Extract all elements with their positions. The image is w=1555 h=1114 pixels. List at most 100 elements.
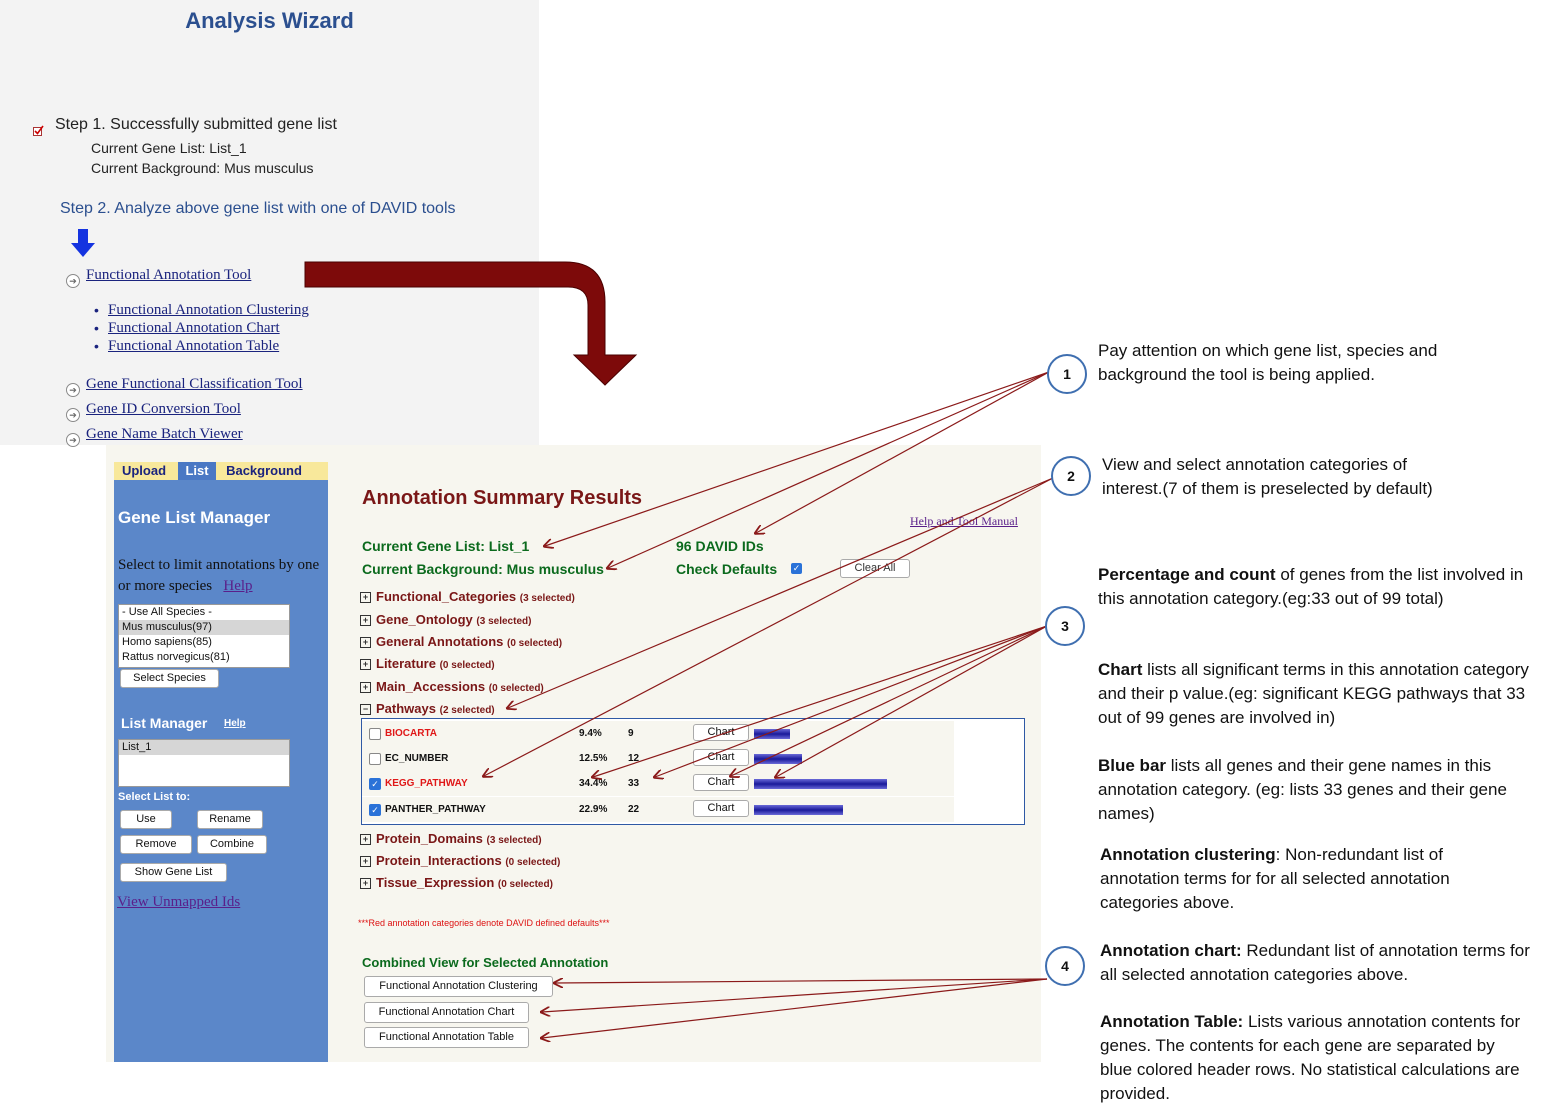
species-option[interactable]: Rattus norvegicus(81) [119,650,289,665]
select-species-instructions: Select to limit annotations by one or mo… [118,555,328,597]
category-literature[interactable]: + Literature (0 selected) [360,656,495,671]
category-protein-interactions[interactable]: + Protein_Interactions (0 selected) [360,853,560,868]
category-count: (0 selected) [505,857,561,868]
annotation-summary-title: Annotation Summary Results [362,487,643,509]
functional-annotation-table-button[interactable]: Functional Annotation Table [364,1027,529,1048]
gene-name-batch-viewer-link[interactable]: Gene Name Batch Viewer [86,426,243,443]
pathway-count: 22 [628,804,640,815]
category-name: Protein_Domains [376,831,483,846]
help-tool-manual-link[interactable]: Help and Tool Manual [910,514,1018,529]
current-gene-list-label: Current Gene List: List_1 [362,538,530,554]
note-1: Pay attention on which gene list, specie… [1098,341,1438,384]
pathway-chart-button[interactable]: Chart [693,774,749,791]
pathway-checkbox[interactable] [369,753,381,765]
note-4c-bold: Annotation Table: [1100,1012,1244,1031]
note-4b: Annotation chart: Redundant list of anno… [1100,939,1545,987]
pathway-gene-bar[interactable] [754,729,790,739]
functional-annotation-table-link[interactable]: Functional Annotation Table [108,338,279,355]
pathway-name: BIOCARTA [385,728,438,739]
circle-arrow-icon: ➔ [66,408,80,422]
rename-button[interactable]: Rename [197,810,263,829]
clear-all-button[interactable]: Clear All [840,559,910,578]
tab-bar: Upload List Background [114,462,328,480]
step2-text: Step 2. Analyze above gene list with one… [60,200,456,217]
pathway-checkbox[interactable]: ✓ [369,804,381,816]
note-3b-text: lists all significant terms in this anno… [1098,660,1529,727]
functional-annotation-tool-link[interactable]: Functional Annotation Tool [86,267,251,284]
circle-arrow-icon: ➔ [66,433,80,447]
check-defaults-label: Check Defaults [676,561,778,577]
callout-4: 4 [1045,946,1085,986]
tab-upload[interactable]: Upload [117,462,171,480]
pathway-chart-button[interactable]: Chart [693,724,749,741]
species-option[interactable]: Homo sapiens(85) [119,635,289,650]
pathway-gene-bar[interactable] [754,754,802,764]
pathway-chart-button[interactable]: Chart [693,800,749,817]
category-functional-categories[interactable]: + Functional_Categories (3 selected) [360,589,575,604]
gene-list-listbox[interactable]: List_1 [118,739,290,787]
pathway-checkbox[interactable] [369,728,381,740]
category-gene-ontology[interactable]: + Gene_Ontology (3 selected) [360,612,531,627]
view-unmapped-ids-link[interactable]: View Unmapped Ids [117,894,240,911]
note-3a-bold: Percentage and count [1098,565,1276,584]
expand-icon: + [360,878,371,890]
category-count: (0 selected) [439,660,495,671]
show-gene-list-button[interactable]: Show Gene List [120,863,227,882]
note-4a: Annotation clustering: Non-redundant lis… [1100,843,1520,915]
list-manager-help-link[interactable]: Help [224,718,246,729]
use-button[interactable]: Use [120,810,172,829]
pathway-percent: 12.5% [579,753,608,764]
circle-arrow-icon: ➔ [66,383,80,397]
expand-icon: + [360,615,371,627]
functional-annotation-clustering-button[interactable]: Functional Annotation Clustering [364,976,553,997]
note-3c: Blue bar lists all genes and their gene … [1098,754,1533,826]
category-name: Functional_Categories [376,589,517,604]
expand-icon: + [360,592,371,604]
check-defaults-checkbox[interactable]: ✓ [791,563,802,574]
gene-functional-classification-link[interactable]: Gene Functional Classification Tool [86,376,303,393]
collapse-icon: − [360,704,371,716]
pathway-chart-button[interactable]: Chart [693,749,749,766]
david-ids-count: 96 DAVID IDs [676,538,764,554]
checkbox-checked-icon [33,125,44,136]
species-option[interactable]: Mus musculus(97) [119,620,289,635]
category-name: Pathways [376,701,436,716]
current-background-label: Current Background: Mus musculus [362,561,604,577]
note-3a: Percentage and count of genes from the l… [1098,563,1533,611]
select-species-button[interactable]: Select Species [120,669,219,688]
tab-background[interactable]: Background [222,462,306,480]
category-main-accessions[interactable]: + Main_Accessions (0 selected) [360,679,544,694]
list-manager-title: List Manager [121,715,208,731]
tab-list[interactable]: List [178,462,216,480]
gene-list-manager-title: Gene List Manager [118,508,271,527]
category-protein-domains[interactable]: + Protein_Domains (3 selected) [360,831,542,846]
pathway-row: ✓ PANTHER_PATHWAY 22.9% 22 Chart [362,797,954,822]
species-listbox[interactable]: - Use All Species - Mus musculus(97) Hom… [118,604,290,668]
bullet: • [94,320,99,336]
combine-button[interactable]: Combine [197,835,267,854]
expand-icon: + [360,682,371,694]
functional-annotation-chart-button[interactable]: Functional Annotation Chart [364,1002,529,1023]
functional-annotation-chart-link[interactable]: Functional Annotation Chart [108,320,280,337]
pathway-gene-bar[interactable] [754,805,843,815]
species-option[interactable]: - Use All Species - [119,605,289,620]
pathway-name: PANTHER_PATHWAY [385,804,486,815]
category-name: Tissue_Expression [376,875,495,890]
note-3c-bold: Blue bar [1098,756,1167,775]
gene-list-option[interactable]: List_1 [119,740,289,755]
expand-icon: + [360,834,371,846]
callout-2: 2 [1051,456,1091,496]
species-help-link[interactable]: Help [223,578,252,594]
functional-annotation-clustering-link[interactable]: Functional Annotation Clustering [108,302,309,319]
pathway-gene-bar[interactable] [754,779,887,789]
bullet: • [94,338,99,354]
pathway-row: ✓ KEGG_PATHWAY 34.4% 33 Chart [362,771,954,796]
current-background-text: Current Background: Mus musculus [91,160,314,176]
category-tissue-expression[interactable]: + Tissue_Expression (0 selected) [360,875,553,890]
gene-id-conversion-link[interactable]: Gene ID Conversion Tool [86,401,241,418]
remove-button[interactable]: Remove [120,835,192,854]
pathway-checkbox[interactable]: ✓ [369,778,381,790]
category-pathways[interactable]: − Pathways (2 selected) [360,701,495,716]
step1-text: Step 1. Successfully submitted gene list [55,116,337,133]
category-general-annotations[interactable]: + General Annotations (0 selected) [360,634,562,649]
